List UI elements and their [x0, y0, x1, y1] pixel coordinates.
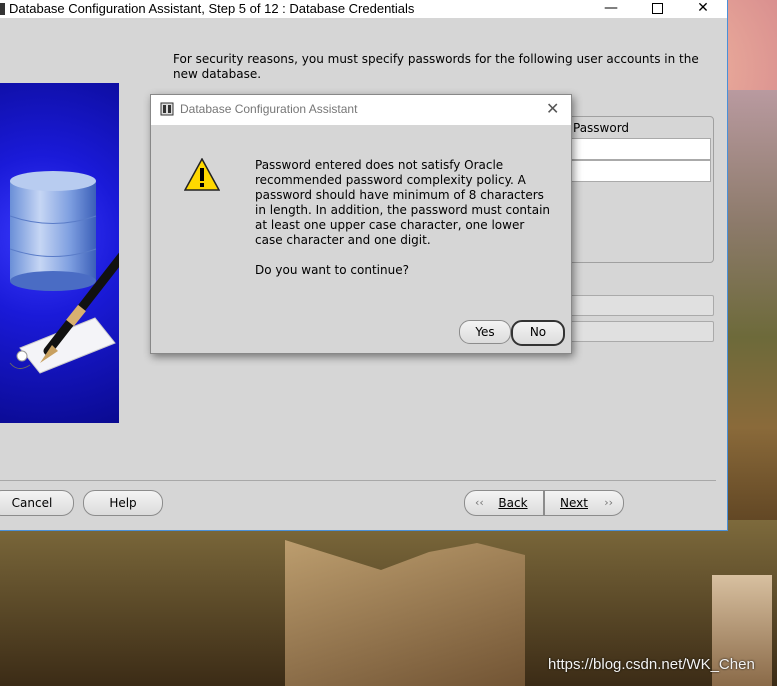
password-column-header: Password [573, 121, 630, 135]
great-wall-image [285, 540, 525, 686]
cancel-button[interactable]: Cancel [0, 490, 74, 516]
help-button[interactable]: Help [83, 490, 163, 516]
dbca-app-icon [160, 102, 174, 116]
password-cell[interactable] [571, 160, 711, 182]
close-button[interactable]: ✕ [680, 0, 726, 18]
chevron-left-icon: ‹‹ [475, 496, 484, 509]
maximize-button[interactable] [634, 0, 680, 18]
password-warning-dialog: Database Configuration Assistant ✕ Passw… [150, 94, 572, 354]
confirm-password-field[interactable] [560, 321, 714, 342]
dialog-titlebar: Database Configuration Assistant ✕ [151, 95, 571, 125]
dialog-message: Password entered does not satisfy Oracle… [255, 158, 551, 277]
password-field[interactable] [560, 295, 714, 316]
next-label: Next [560, 496, 588, 510]
no-button[interactable]: No [511, 320, 565, 346]
app-icon [0, 3, 5, 15]
dialog-close-button[interactable]: ✕ [546, 99, 559, 118]
back-button[interactable]: ‹‹ Back [464, 490, 544, 516]
wizard-side-graphic [0, 83, 119, 423]
minimize-button[interactable]: — [588, 0, 634, 18]
back-label: Back [498, 496, 528, 510]
maximize-icon [651, 3, 663, 14]
credentials-table: Password [560, 116, 714, 263]
pen-and-tag-icon [9, 252, 119, 374]
window-titlebar: Database Configuration Assistant, Step 5… [0, 0, 727, 18]
warning-icon [184, 158, 220, 191]
dialog-title: Database Configuration Assistant [180, 102, 358, 116]
chevron-right-icon: ›› [604, 496, 613, 509]
next-button[interactable]: Next ›› [544, 490, 624, 516]
window-title: Database Configuration Assistant, Step 5… [9, 1, 415, 16]
yes-button[interactable]: Yes [459, 320, 511, 344]
watermark-text: https://blog.csdn.net/WK_Chen [548, 656, 755, 673]
instructions-text: For security reasons, you must specify p… [173, 52, 699, 81]
password-cell[interactable] [571, 138, 711, 160]
button-divider [0, 480, 716, 481]
